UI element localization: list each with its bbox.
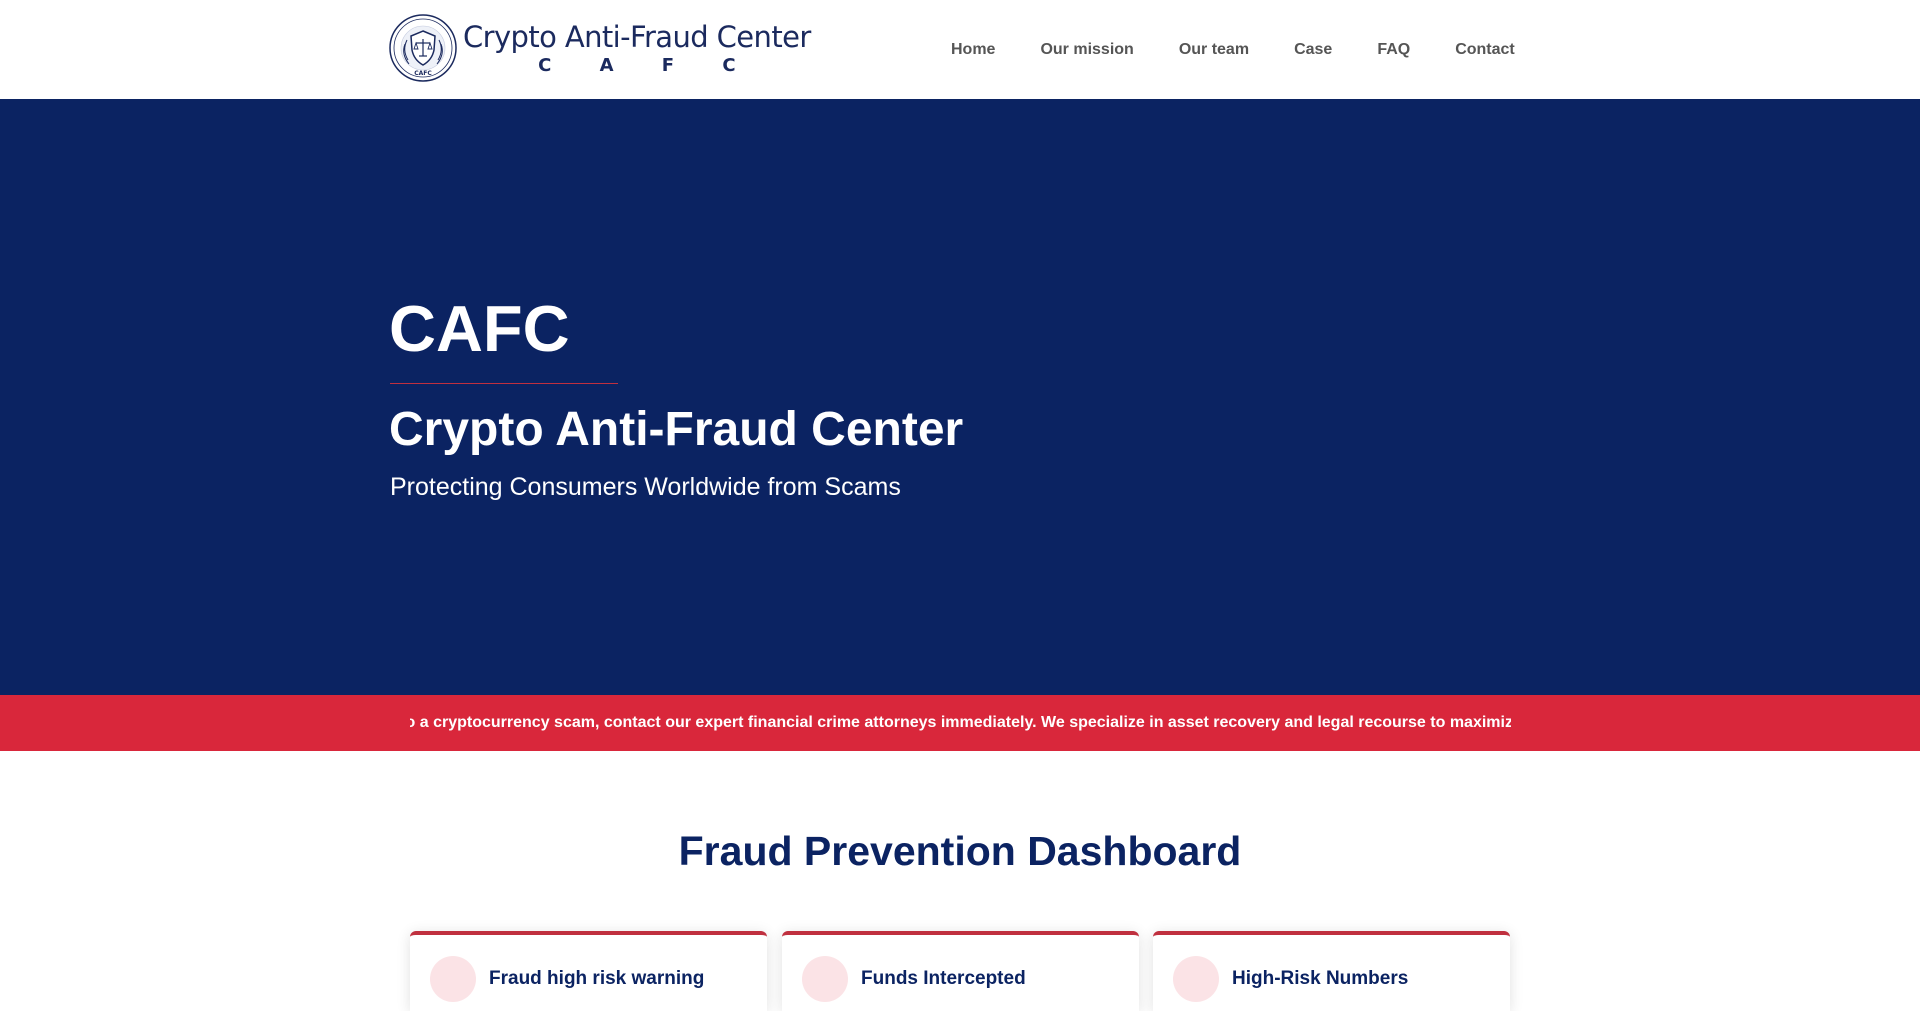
nav-case-link[interactable]: Case [1294, 38, 1332, 62]
logo-abbreviation: C A F C [538, 55, 757, 76]
hero-tagline: Protecting Consumers Worldwide from Scam… [390, 473, 901, 501]
hero-divider [390, 383, 618, 384]
ticker-text: n to a cryptocurrency scam, contact our … [410, 714, 1511, 731]
nav-home-link[interactable]: Home [951, 38, 995, 62]
logo-text: Crypto Anti-Fraud Center C A F C [463, 19, 811, 77]
svg-text:CAFC: CAFC [414, 70, 432, 77]
site-header: CAFC Crypto Anti-Fraud Center C A F C Ho… [0, 0, 1920, 99]
card-label: High-Risk Numbers [1232, 968, 1409, 989]
logo-title: Crypto Anti-Fraud Center [463, 20, 811, 54]
nav-faq-link[interactable]: FAQ [1377, 38, 1410, 62]
ticker-window: n to a cryptocurrency scam, contact our … [410, 695, 1511, 751]
nav-contact-link[interactable]: Contact [1455, 38, 1515, 62]
site-logo[interactable]: CAFC Crypto Anti-Fraud Center C A F C [389, 13, 811, 83]
hero-subtitle: Crypto Anti-Fraud Center [389, 403, 964, 456]
alert-ticker: n to a cryptocurrency scam, contact our … [0, 695, 1920, 751]
nav-our-team-link[interactable]: Our team [1179, 38, 1249, 62]
main-nav: Home Our mission Our team Case FAQ Conta… [951, 38, 1515, 62]
nav-our-mission-link[interactable]: Our mission [1040, 38, 1133, 62]
hero-section: CAFC Crypto Anti-Fraud Center Protecting… [0, 99, 1920, 695]
warning-icon [430, 956, 476, 1002]
funds-intercepted-card[interactable]: Funds Intercepted [782, 931, 1139, 1011]
dashboard-title: Fraud Prevention Dashboard [678, 828, 1242, 874]
card-label: Funds Intercepted [861, 968, 1026, 989]
funds-icon [802, 956, 848, 1002]
seal-icon: CAFC [389, 14, 457, 82]
phone-icon [1173, 956, 1219, 1002]
card-label: Fraud high risk warning [489, 968, 705, 989]
fraud-warning-card[interactable]: Fraud high risk warning [410, 931, 767, 1011]
high-risk-numbers-card[interactable]: High-Risk Numbers [1153, 931, 1510, 1011]
hero-title: CAFC [389, 292, 570, 365]
